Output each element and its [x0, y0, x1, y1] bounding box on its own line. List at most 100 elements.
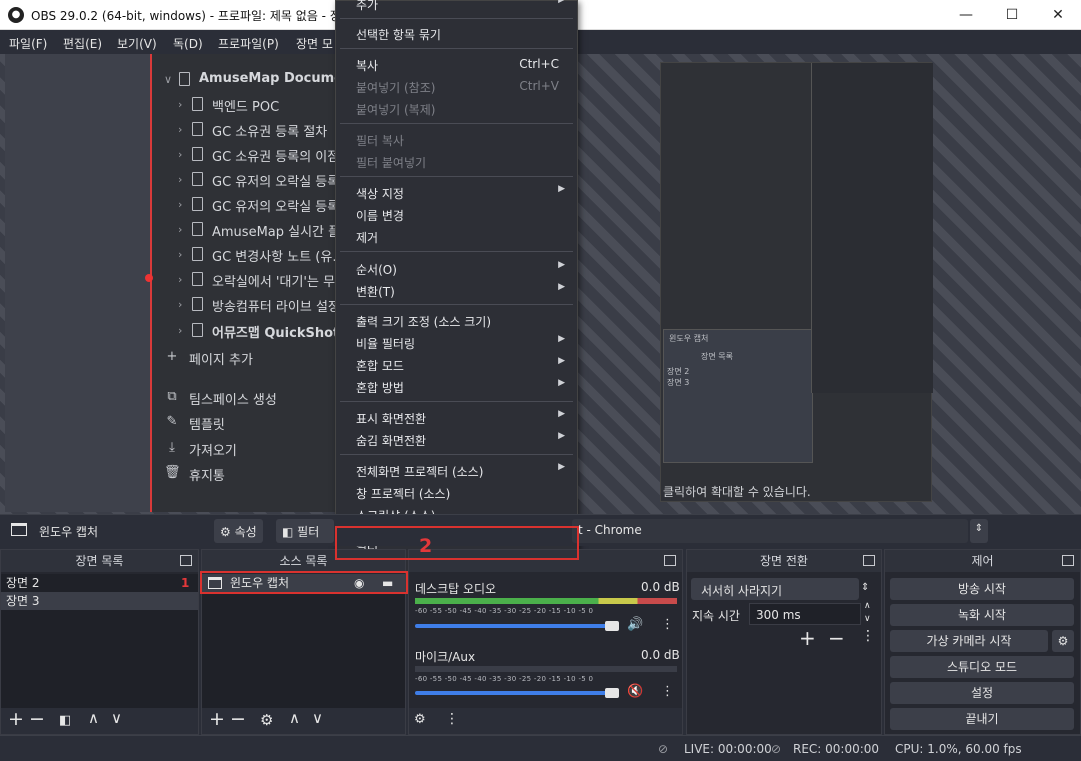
nested-preview: 윈도우 캡처 장면 목록 장면 2 장면 3 클릭하여 확대할 수 있습니다. [660, 62, 933, 502]
menu-separator [340, 401, 573, 402]
menu-item-label: 순서(O) [356, 263, 397, 277]
duration-down-icon[interactable]: ∨ [864, 614, 871, 624]
duration-input[interactable]: 300 ms [749, 603, 861, 625]
menu-item-filter-copy[interactable]: 필터 복사 [336, 128, 577, 150]
menu-item-output-resize[interactable]: 출력 크기 조정 (소스 크기) [336, 309, 577, 331]
window-select-arrow[interactable]: ⇕ [970, 519, 988, 543]
kebab-menu-icon[interactable]: ⋮ [661, 684, 674, 699]
tree-item-label: 어뮤즈맵 QuickShot [212, 326, 340, 341]
menu-item-remove[interactable]: 제거 [336, 225, 577, 247]
menu-item-label: 숨김 화면전환 [356, 434, 427, 448]
trash-icon: 🗑 [164, 465, 181, 480]
menu-item-set-color[interactable]: 색상 지정 ▶ [336, 181, 577, 203]
add-transition-icon[interactable]: + [799, 626, 816, 650]
properties-label: 속성 [234, 525, 257, 539]
filters-highlight-box [335, 526, 579, 560]
menu-item-paste-ref[interactable]: 붙여넣기 (참조) Ctrl+V [336, 75, 577, 97]
volume-slider[interactable] [415, 691, 615, 695]
window-select-value: t - Chrome [578, 523, 642, 537]
channel-level: 0.0 dB [641, 580, 680, 594]
menu-item-blend-method[interactable]: 혼합 방법 ▶ [336, 375, 577, 397]
menu-item-scale-filter[interactable]: 비율 필터링 ▶ [336, 331, 577, 353]
add-icon[interactable]: + [209, 708, 225, 730]
move-down-icon[interactable]: ∨ [312, 709, 323, 727]
scene-item[interactable]: 장면 2 1 [1, 574, 198, 592]
menu-item-filter-paste[interactable]: 필터 붙여넣기 [336, 150, 577, 172]
annotation-1: 1 [181, 576, 190, 590]
chevron-right-icon: › [178, 298, 183, 311]
menu-shortcut: Ctrl+C [519, 57, 559, 71]
volume-slider[interactable] [415, 624, 615, 628]
menu-item-label: 복사 [356, 59, 379, 73]
properties-button[interactable]: ⚙ 속성 [214, 519, 263, 543]
menu-item-rename[interactable]: 이름 변경 [336, 203, 577, 225]
move-up-icon[interactable]: ∧ [289, 709, 300, 727]
menu-item-transform[interactable]: 변환(T) ▶ [336, 279, 577, 301]
menu-item-group[interactable]: 선택한 항목 묶기 [336, 22, 577, 44]
volume-slider-knob[interactable] [605, 621, 619, 631]
popout-icon[interactable] [863, 555, 875, 566]
menu-item-add[interactable]: 추가 ▶ [336, 0, 577, 14]
speaker-icon[interactable]: 🔊 [627, 617, 643, 632]
start-recording-button[interactable]: 녹화 시작 [890, 604, 1074, 626]
duration-up-icon[interactable]: ∧ [864, 601, 871, 611]
nested-scene: 장면 2 [667, 367, 690, 376]
menu-item-copy[interactable]: 복사 Ctrl+C [336, 53, 577, 75]
menu-item-label: 혼합 모드 [356, 359, 404, 373]
chevron-right-icon: › [178, 123, 183, 136]
minimize-button[interactable]: — [943, 0, 989, 30]
transition-select-arrow[interactable]: ⇕ [861, 582, 869, 593]
add-icon[interactable]: + [8, 708, 24, 730]
advanced-audio-gear-icon[interactable]: ⚙ [414, 712, 426, 727]
menu-item-window-projector[interactable]: 창 프로젝터 (소스) [336, 481, 577, 503]
muted-speaker-icon[interactable]: 🔇 [627, 684, 643, 699]
menu-view[interactable]: 보기(V) [117, 35, 157, 52]
popout-icon[interactable] [180, 555, 192, 566]
studio-mode-button[interactable]: 스튜디오 모드 [890, 656, 1074, 678]
start-virtual-camera-button[interactable]: 가상 카메라 시작 [890, 630, 1048, 652]
move-down-icon[interactable]: ∨ [111, 709, 122, 727]
kebab-menu-icon[interactable]: ⋮ [445, 711, 459, 727]
popout-icon[interactable] [1062, 555, 1074, 566]
settings-button[interactable]: 설정 [890, 682, 1074, 704]
submenu-arrow-icon: ▶ [558, 431, 565, 441]
submenu-arrow-icon: ▶ [558, 356, 565, 366]
menu-item-order[interactable]: 순서(O) ▶ [336, 257, 577, 279]
submenu-arrow-icon: ▶ [558, 334, 565, 344]
scene-filter-icon[interactable]: ◧ [59, 713, 71, 728]
move-up-icon[interactable]: ∧ [88, 709, 99, 727]
menu-dock[interactable]: 독(D) [173, 35, 203, 52]
menu-item-show-transition[interactable]: 표시 화면전환 ▶ [336, 406, 577, 428]
kebab-menu-icon[interactable]: ⋮ [661, 617, 674, 632]
filters-button[interactable]: ◧ 필터 [276, 519, 334, 543]
transition-select[interactable]: 서서히 사라지기 [691, 578, 859, 600]
gear-icon[interactable]: ⚙ [260, 711, 273, 729]
start-streaming-button[interactable]: 방송 시작 [890, 578, 1074, 600]
menu-profile[interactable]: 프로파일(P) [218, 35, 279, 52]
menu-item-label: 비율 필터링 [356, 337, 416, 351]
remove-transition-icon[interactable]: − [828, 626, 845, 650]
window-select[interactable]: t - Chrome [572, 519, 968, 543]
menu-item-hide-transition[interactable]: 숨김 화면전환 ▶ [336, 428, 577, 450]
menu-item-fullscreen-projector[interactable]: 전체화면 프로젝터 (소스) ▶ [336, 459, 577, 481]
menu-item-paste-dup[interactable]: 붙여넣기 (복제) [336, 97, 577, 119]
virtual-camera-settings-button[interactable]: ⚙ [1052, 630, 1074, 652]
menu-scene-collection[interactable]: 장면 모 [296, 35, 333, 52]
scene-item[interactable]: 장면 3 [1, 592, 198, 610]
close-button[interactable]: ✕ [1035, 0, 1081, 30]
exit-button[interactable]: 끝내기 [890, 708, 1074, 730]
maximize-button[interactable]: ☐ [989, 0, 1035, 30]
chevron-right-icon: › [178, 198, 183, 211]
chevron-right-icon: › [178, 273, 183, 286]
menu-file[interactable]: 파일(F) [9, 35, 47, 52]
tool-label: 가져오기 [189, 444, 237, 459]
volume-slider-knob[interactable] [605, 688, 619, 698]
resize-handle[interactable] [145, 274, 153, 282]
popout-icon[interactable] [664, 555, 676, 566]
filter-icon: ◧ [282, 525, 294, 539]
menu-item-blend-mode[interactable]: 혼합 모드 ▶ [336, 353, 577, 375]
menu-edit[interactable]: 편집(E) [63, 35, 102, 52]
remove-icon[interactable]: − [29, 708, 45, 730]
remove-icon[interactable]: − [230, 708, 246, 730]
kebab-menu-icon[interactable]: ⋮ [861, 628, 875, 644]
